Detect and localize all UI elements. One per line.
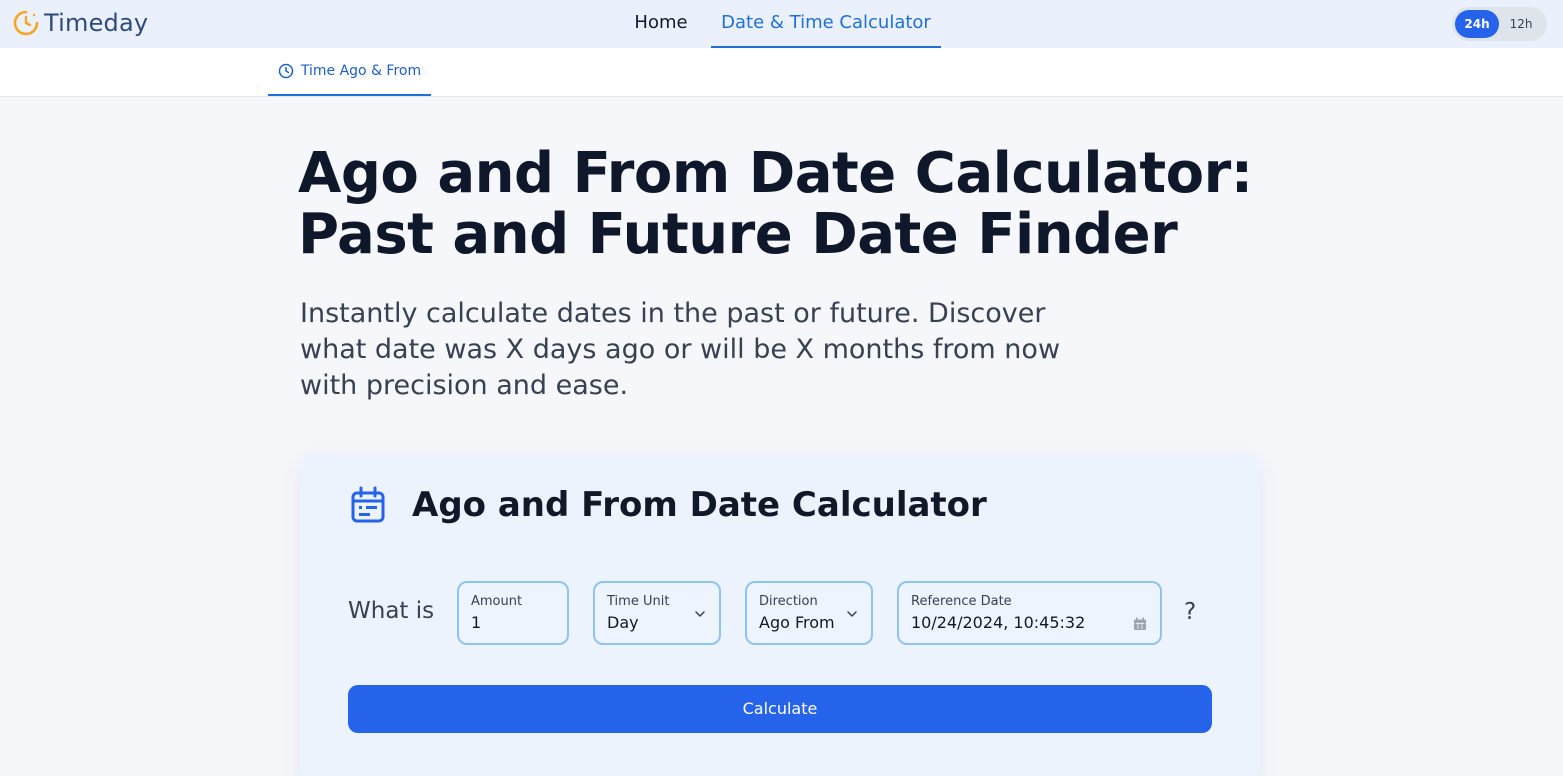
logo-text: Timeday: [44, 9, 149, 37]
amount-label: Amount: [471, 594, 523, 609]
toggle-24h-option[interactable]: 24h: [1455, 10, 1499, 38]
nav-date-time-calculator-link[interactable]: Date & Time Calculator: [711, 0, 941, 48]
logo-clock-icon: [13, 10, 39, 36]
tab-time-ago-and-from[interactable]: Time Ago & From: [268, 48, 431, 96]
reference-date-value: 10/24/2024, 10:45:32: [911, 613, 1086, 632]
time-unit-value: Day: [607, 613, 639, 632]
time-format-toggle: 24h 12h: [1452, 7, 1547, 41]
amount-input[interactable]: Amount 1: [457, 581, 569, 645]
clock-icon: [278, 63, 294, 79]
page-title-line-1: Ago and From Date Calculator:: [298, 141, 1253, 206]
calendar-icon: [351, 486, 385, 523]
direction-label: Direction: [759, 594, 818, 609]
reference-date-label: Reference Date: [911, 594, 1012, 609]
help-button[interactable]: ?: [1184, 599, 1196, 625]
time-unit-label: Time Unit: [607, 594, 670, 609]
amount-value: 1: [471, 613, 482, 632]
page-title-line-2: Past and Future Date Finder: [298, 202, 1178, 267]
time-unit-select[interactable]: Time Unit Day: [593, 581, 721, 645]
top-navbar: Timeday Home Date & Time Calculator 24h …: [0, 0, 1563, 48]
calculate-button[interactable]: Calculate: [348, 685, 1212, 733]
chevron-down-icon: [847, 611, 857, 617]
sub-navbar: Time Ago & From: [0, 48, 1563, 97]
page-title: Ago and From Date Calculator: Past and F…: [298, 143, 1298, 265]
tab-label: Time Ago & From: [300, 63, 422, 79]
page-description: Instantly calculate dates in the past or…: [300, 298, 1061, 401]
what-is-label: What is: [348, 598, 435, 624]
toggle-12h-option[interactable]: 12h: [1499, 10, 1543, 38]
calendar-picker-icon[interactable]: [1133, 617, 1147, 631]
calculator-title: Ago and From Date Calculator: [412, 485, 987, 525]
logo[interactable]: Timeday: [12, 7, 148, 39]
calculator-card: Ago and From Date Calculator What is Amo…: [300, 453, 1260, 776]
chevron-down-icon: [695, 611, 705, 617]
direction-value: Ago From: [759, 613, 835, 632]
direction-select[interactable]: Direction Ago From: [745, 581, 873, 645]
nav-home-link[interactable]: Home: [624, 0, 698, 48]
reference-date-input[interactable]: Reference Date 10/24/2024, 10:45:32: [897, 581, 1162, 645]
